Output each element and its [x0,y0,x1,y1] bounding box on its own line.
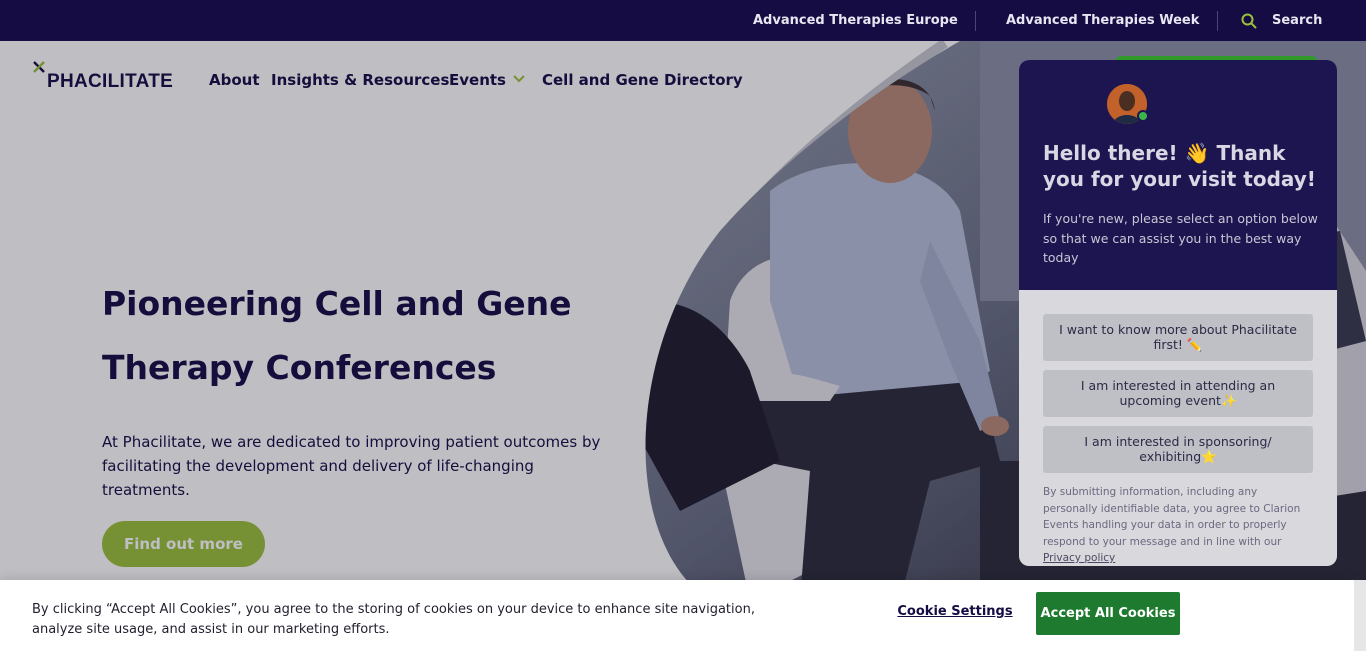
logo-mark-icon [33,61,45,73]
chat-legal-text: By submitting information, including any… [1043,484,1315,566]
chat-subtitle: If you're new, please select an option b… [1043,211,1318,265]
search-icon[interactable] [1241,13,1257,29]
chat-widget: Hello there! 👋 Thank you for your visit … [1019,60,1337,566]
nav-about[interactable]: About [209,69,260,91]
accept-all-cookies-button[interactable]: Accept All Cookies [1036,592,1180,635]
nav-events[interactable]: Events [449,69,506,91]
divider [1217,11,1218,31]
privacy-policy-link[interactable]: Privacy policy [1043,552,1115,564]
hero-title: Pioneering Cell and Gene Therapy Confere… [102,284,572,387]
divider [975,11,976,31]
chat-title: Hello there! 👋 Thank you for your visit … [1043,141,1316,191]
nav-cell-gene-directory[interactable]: Cell and Gene Directory [542,69,743,91]
chat-option-attend-event[interactable]: I am interested in attending an upcoming… [1043,370,1313,417]
chat-header: Hello there! 👋 Thank you for your visit … [1019,60,1337,290]
utility-bar: Advanced Therapies Europe Advanced Thera… [0,0,1366,41]
advanced-therapies-week-link[interactable]: Advanced Therapies Week [1006,0,1199,41]
find-out-more-button[interactable]: Find out more [102,521,265,567]
nav-insights-resources[interactable]: Insights & Resources [271,69,449,91]
chat-option-know-more[interactable]: I want to know more about Phacilitate fi… [1043,314,1313,361]
hero-description: At Phacilitate, we are dedicated to impr… [102,433,601,499]
cookie-text: By clicking “Accept All Cookies”, you ag… [32,602,755,637]
logo-wordmark: PHACILITATE [47,71,174,92]
chevron-down-icon[interactable] [512,73,526,85]
phacilitate-logo[interactable]: PHACILITATE [32,60,182,94]
search-button[interactable]: Search [1272,0,1322,41]
scrollbar[interactable] [1354,580,1366,651]
advanced-therapies-europe-link[interactable]: Advanced Therapies Europe [753,0,958,41]
chat-legal-body: By submitting information, including any… [1043,486,1301,548]
cookie-banner: By clicking “Accept All Cookies”, you ag… [0,580,1354,651]
chat-option-sponsor[interactable]: I am interested in sponsoring/ exhibitin… [1043,426,1313,473]
cookie-settings-button[interactable]: Cookie Settings [893,604,1017,619]
online-status-icon [1137,110,1149,122]
